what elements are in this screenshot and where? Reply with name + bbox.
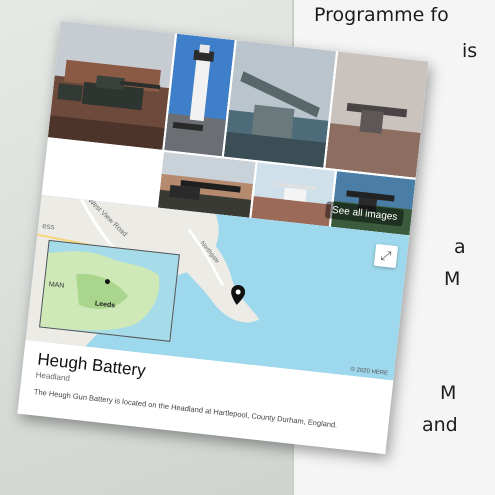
background-text-line: and (422, 414, 458, 436)
background-text-line: is (462, 40, 478, 62)
map-partial-label: ess (41, 221, 56, 232)
overview-inset-map[interactable]: MAN Leeds (39, 239, 180, 342)
photo-tank[interactable] (47, 20, 176, 150)
photo-lighthouse[interactable] (164, 33, 235, 157)
location-pin-icon[interactable] (230, 284, 246, 305)
photo-drone[interactable] (251, 162, 335, 227)
expand-map-button[interactable]: ⤢ (373, 243, 399, 269)
photo-gun-coast[interactable] (325, 51, 429, 178)
background-text-line: M (444, 268, 461, 290)
expand-icon: ⤢ (380, 247, 393, 264)
knowledge-panel-card: See all images West View Road Northgate … (17, 20, 429, 455)
photo-gun-barrel[interactable] (223, 40, 337, 168)
photo-cannon-brick[interactable] (157, 152, 256, 218)
background-text-line: a (454, 236, 466, 258)
background-text-line: Programme fo (314, 4, 449, 26)
background-text-line: M (440, 382, 457, 404)
